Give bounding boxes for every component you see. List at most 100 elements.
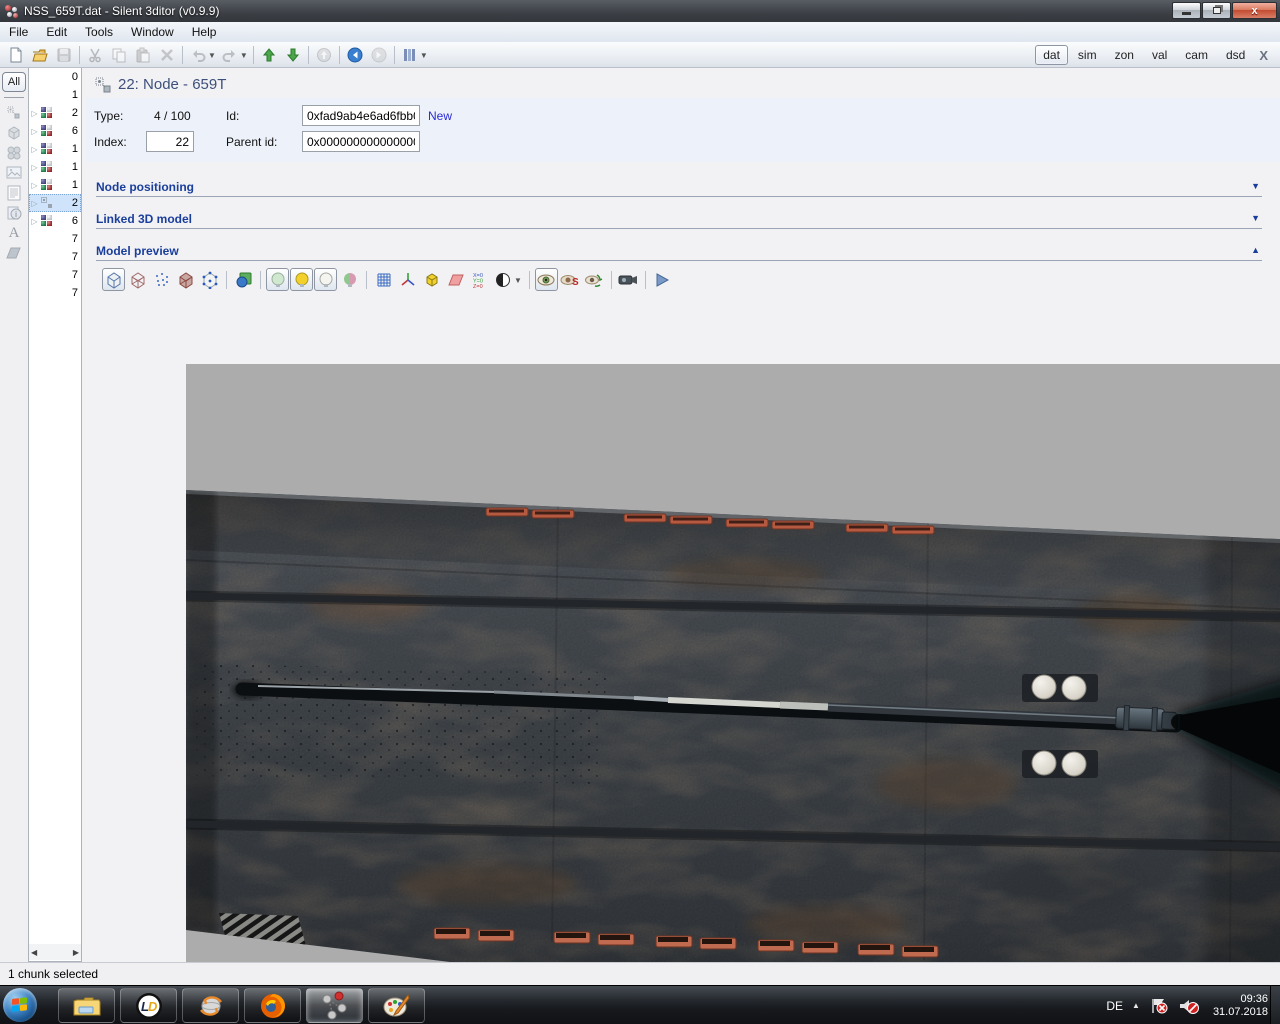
model-viewport[interactable] <box>186 364 1280 1014</box>
save-icon[interactable] <box>52 44 76 66</box>
start-button[interactable] <box>3 988 37 1022</box>
shade-solid-wire-icon[interactable] <box>174 268 197 291</box>
tree-row[interactable]: ▷ 6 <box>29 212 81 230</box>
expander-icon[interactable]: ▷ <box>29 217 40 226</box>
shade-wireframe-icon[interactable] <box>126 268 149 291</box>
upload-icon[interactable] <box>312 44 336 66</box>
hidden-icons-caret[interactable]: ▲ <box>1132 1001 1140 1010</box>
filter-all-button[interactable]: All <box>2 72 26 92</box>
tree-row[interactable]: 7 <box>29 266 81 284</box>
text-icon[interactable]: A <box>0 223 28 243</box>
close-button[interactable]: x <box>1232 2 1277 19</box>
parent-id-input[interactable] <box>302 131 420 152</box>
menu-tools[interactable]: Tools <box>76 23 122 41</box>
tab-dsd[interactable]: dsd <box>1218 45 1253 65</box>
action-center-flag-icon[interactable] <box>1149 997 1169 1015</box>
expander-icon[interactable]: ▷ <box>29 163 40 172</box>
expander-icon[interactable]: ▷ <box>29 109 40 118</box>
chevron-down-icon[interactable]: ▼ <box>1251 213 1260 223</box>
image-icon[interactable] <box>0 163 28 183</box>
node-icon[interactable] <box>0 103 28 123</box>
restore-button[interactable] <box>1202 2 1231 19</box>
show-desktop-button[interactable] <box>1270 986 1280 1024</box>
tab-close-icon[interactable]: X <box>1255 48 1272 63</box>
redo-icon[interactable] <box>218 44 242 66</box>
expander-icon[interactable]: ▷ <box>29 145 40 154</box>
section-node-positioning[interactable]: Node positioning ▼ <box>96 178 1262 198</box>
scroll-left-icon[interactable]: ◀ <box>31 948 37 957</box>
light-white-icon[interactable] <box>314 268 337 291</box>
expander-icon[interactable]: ▷ <box>29 127 40 136</box>
menu-window[interactable]: Window <box>122 23 183 41</box>
cube-icon[interactable] <box>0 123 28 143</box>
id-input[interactable] <box>302 105 420 126</box>
tree-hscrollbar[interactable]: ◀ ▶ <box>29 944 81 960</box>
menu-help[interactable]: Help <box>183 23 226 41</box>
tab-val[interactable]: val <box>1144 45 1175 65</box>
move-down-icon[interactable] <box>281 44 305 66</box>
expander-icon[interactable]: ▷ <box>29 181 40 190</box>
section-linked-3d-model[interactable]: Linked 3D model ▼ <box>96 210 1262 230</box>
spheres-icon[interactable] <box>0 143 28 163</box>
undo-icon[interactable] <box>186 44 210 66</box>
view-specular-icon[interactable]: S <box>559 268 582 291</box>
tree-row[interactable]: ▷ 1 <box>29 158 81 176</box>
tree-row[interactable]: 7 <box>29 230 81 248</box>
chevron-up-icon[interactable]: ▲ <box>1251 245 1260 255</box>
move-up-icon[interactable] <box>257 44 281 66</box>
taskbar-ld-app-button[interactable]: LD <box>120 988 177 1023</box>
index-input[interactable] <box>146 131 194 152</box>
texture-toggle-icon[interactable] <box>232 268 255 291</box>
tab-dat[interactable]: dat <box>1035 45 1068 65</box>
taskbar-firefox-button[interactable] <box>244 988 301 1023</box>
paste-icon[interactable] <box>131 44 155 66</box>
background-color-icon[interactable] <box>492 268 515 291</box>
scroll-right-icon[interactable]: ▶ <box>73 948 79 957</box>
light-combined-icon[interactable] <box>338 268 361 291</box>
taskbar-explorer-button[interactable] <box>58 988 115 1023</box>
taskbar-paint-button[interactable] <box>368 988 425 1023</box>
light-green-icon[interactable] <box>266 268 289 291</box>
clock[interactable]: 09:36 31.07.2018 <box>1213 993 1268 1019</box>
shade-vertices-icon[interactable] <box>198 268 221 291</box>
tab-zon[interactable]: zon <box>1107 45 1142 65</box>
shade-points-icon[interactable] <box>150 268 173 291</box>
info-icon[interactable]: i <box>0 203 28 223</box>
tree-row[interactable]: 1 <box>29 86 81 104</box>
volume-muted-icon[interactable] <box>1178 997 1200 1015</box>
play-animation-icon[interactable] <box>651 268 674 291</box>
grid-toggle-icon[interactable] <box>372 268 395 291</box>
back-icon[interactable] <box>343 44 367 66</box>
cut-icon[interactable] <box>83 44 107 66</box>
taskbar-silent3ditor-button[interactable] <box>306 988 363 1023</box>
copy-icon[interactable] <box>107 44 131 66</box>
columns-icon[interactable] <box>398 44 422 66</box>
chevron-down-icon[interactable]: ▼ <box>1251 181 1260 191</box>
bounding-box-icon[interactable] <box>420 268 443 291</box>
shade-solid-icon[interactable] <box>102 268 125 291</box>
taskbar-modeler-button[interactable] <box>182 988 239 1023</box>
document-icon[interactable] <box>0 183 28 203</box>
open-icon[interactable] <box>28 44 52 66</box>
minimize-button[interactable] <box>1172 2 1201 19</box>
axes-toggle-icon[interactable] <box>396 268 419 291</box>
tree-row[interactable]: ▷ 6 <box>29 122 81 140</box>
tree-row[interactable]: ▷ 2 <box>29 104 81 122</box>
tree-row[interactable]: ▷ 1 <box>29 140 81 158</box>
view-eye-icon[interactable] <box>534 268 558 291</box>
light-yellow-icon[interactable] <box>290 268 313 291</box>
tab-sim[interactable]: sim <box>1070 45 1105 65</box>
plane-icon[interactable] <box>0 243 28 263</box>
screenshot-icon[interactable] <box>617 268 640 291</box>
title-bar[interactable]: NSS_659T.dat - Silent 3ditor (v0.9.9) x <box>0 0 1280 22</box>
forward-icon[interactable] <box>367 44 391 66</box>
chunk-tree[interactable]: 0 1 ▷ 2 ▷ 6 ▷ 1 ▷ 1 ▷ 1 ▷ 2 ▷ 6 7 7 7 7 ◀ ▶ <box>28 68 82 962</box>
tree-row[interactable]: 0 <box>29 68 81 86</box>
new-id-link[interactable]: New <box>428 109 452 123</box>
delete-icon[interactable] <box>155 44 179 66</box>
tree-row[interactable]: ▷ 1 <box>29 176 81 194</box>
background-dropdown-icon[interactable]: ▼ <box>514 276 522 285</box>
tab-cam[interactable]: cam <box>1177 45 1216 65</box>
tree-row[interactable]: 7 <box>29 284 81 302</box>
tree-row[interactable]: 7 <box>29 248 81 266</box>
